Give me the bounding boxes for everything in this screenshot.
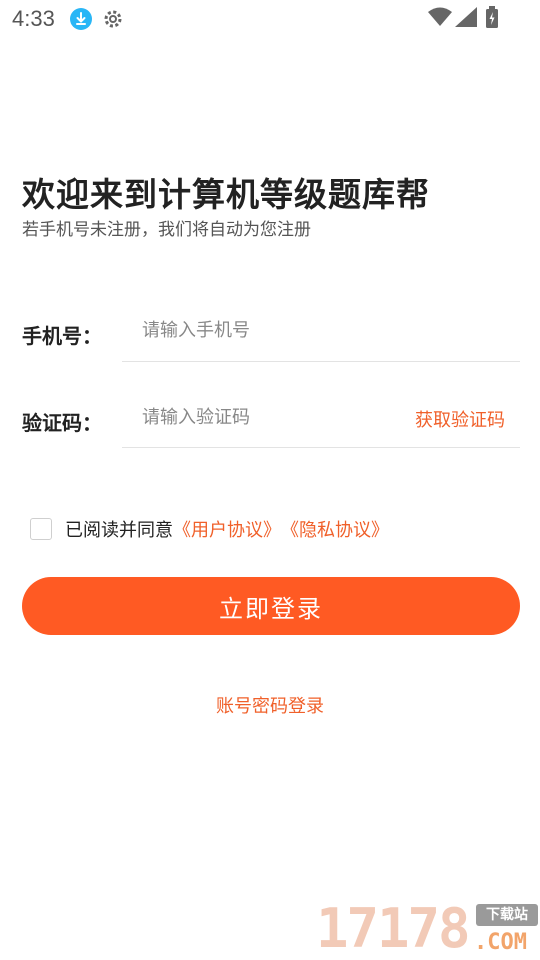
page-title: 欢迎来到计算机等级题库帮 — [22, 175, 430, 214]
get-code-button[interactable]: 获取验证码 — [415, 406, 505, 432]
agreement-text: 已阅读并同意 — [65, 520, 173, 541]
phone-divider — [122, 361, 520, 362]
code-input[interactable] — [142, 402, 392, 432]
gear-icon — [101, 7, 125, 31]
download-icon — [70, 8, 92, 30]
login-button[interactable]: 立即登录 — [22, 577, 520, 635]
watermark-domain: .COM — [474, 930, 527, 955]
phone-label: 手机号： — [22, 324, 102, 348]
user-agreement-link[interactable]: 《用户协议》 — [173, 516, 281, 542]
code-label: 验证码： — [22, 411, 102, 435]
privacy-policy-link[interactable]: 《隐私协议》 — [281, 516, 389, 542]
wifi-icon — [428, 6, 452, 28]
page-subtitle: 若手机号未注册，我们将自动为您注册 — [22, 220, 311, 240]
agreement-checkbox[interactable] — [30, 518, 52, 540]
agreement-row: 已阅读并同意 《用户协议》 《隐私协议》 — [30, 516, 389, 542]
site-watermark: 17178 下载站 .COM — [316, 898, 540, 960]
password-login-link[interactable]: 账号密码登录 — [0, 692, 540, 718]
phone-input[interactable] — [142, 315, 392, 345]
watermark-number: 17178 — [316, 897, 471, 960]
status-bar: 4:33 — [0, 0, 540, 38]
signal-icon — [455, 7, 477, 27]
status-time: 4:33 — [12, 6, 55, 31]
code-divider — [122, 447, 520, 448]
watermark-badge: 下载站 — [476, 904, 538, 926]
battery-icon — [485, 6, 499, 28]
